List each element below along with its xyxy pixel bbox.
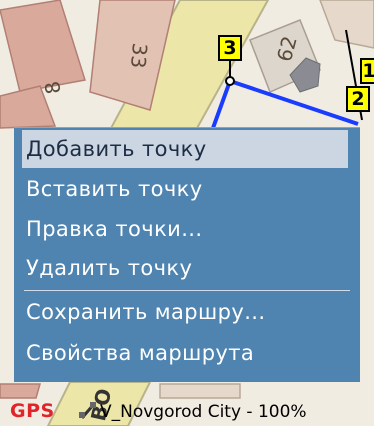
waypoint-marker[interactable]: 1 bbox=[360, 58, 374, 84]
menu-item-save-route[interactable]: Сохранить маршру... bbox=[26, 293, 265, 331]
satellite-icon bbox=[79, 402, 96, 419]
menu-separator bbox=[24, 290, 350, 291]
building-number: 33 bbox=[125, 41, 152, 70]
route-node[interactable] bbox=[225, 76, 235, 86]
menu-item-edit-point[interactable]: Правка точки... bbox=[26, 210, 202, 248]
waypoint-marker[interactable]: 2 bbox=[346, 86, 370, 112]
menu-item-route-properties[interactable]: Свойства маршрута bbox=[26, 334, 254, 372]
menu-item-insert-point[interactable]: Вставить точку bbox=[26, 170, 203, 208]
menu-item-add-point[interactable]: Добавить точку bbox=[22, 130, 348, 168]
status-bar: GPS V_Novgorod City - 100% bbox=[0, 398, 374, 426]
map-name: V_Novgorod City - 100% bbox=[100, 402, 307, 422]
navigator-screen: 33 62 8 ВО 3 2 1 Добавить точку Вставить… bbox=[0, 0, 374, 426]
context-menu: Добавить точку Вставить точку Правка точ… bbox=[14, 127, 360, 382]
menu-item-delete-point[interactable]: Удалить точку bbox=[26, 249, 192, 287]
waypoint-marker[interactable]: 3 bbox=[218, 35, 242, 61]
building bbox=[159, 383, 241, 399]
gps-status[interactable]: GPS bbox=[10, 400, 55, 422]
building bbox=[0, 383, 41, 399]
